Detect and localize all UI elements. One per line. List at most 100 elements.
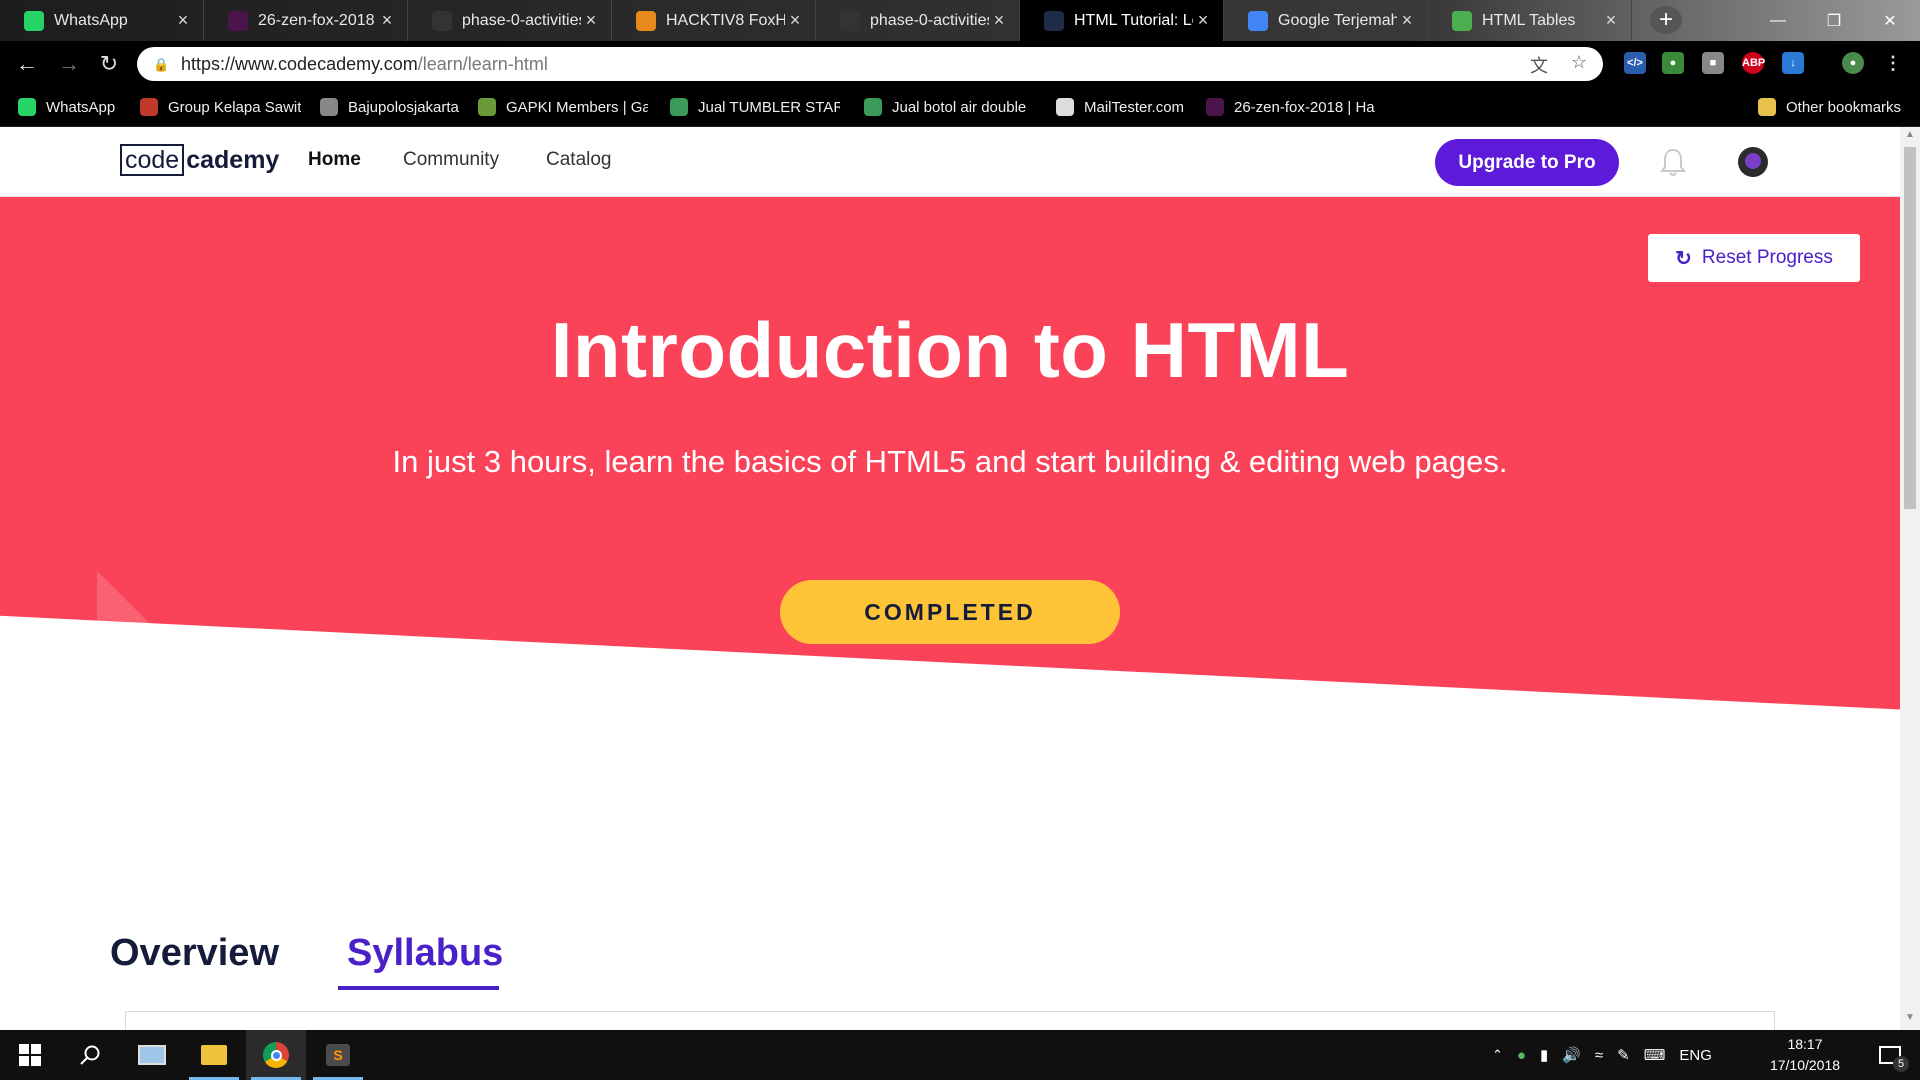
download-extension-icon[interactable]: ↓	[1782, 52, 1804, 74]
task-view-app[interactable]	[122, 1030, 182, 1080]
close-tab-icon[interactable]: ×	[581, 10, 601, 31]
bookmark-star-icon[interactable]: ☆	[1567, 52, 1591, 76]
reload-button[interactable]: ↻	[94, 49, 124, 79]
tray-globe-icon[interactable]: ●	[1517, 1047, 1526, 1064]
codecademy-logo[interactable]: code cademy	[120, 143, 279, 177]
browser-tab-title: HACKTIV8 FoxHub	[666, 11, 785, 29]
slack-hash-icon	[1206, 98, 1224, 116]
url-input[interactable]: 🔒 https://www.codecademy.com/learn/learn…	[137, 47, 1603, 81]
bookmark-item[interactable]: MailTester.com	[1056, 96, 1184, 118]
extension-gray-icon[interactable]: ■	[1702, 52, 1724, 74]
close-window-button[interactable]: ✕	[1862, 0, 1918, 41]
back-button[interactable]: ←	[12, 49, 42, 79]
page-scrollbar[interactable]: ▲ ▼	[1900, 127, 1920, 1030]
keyboard-icon[interactable]: ⌨	[1644, 1046, 1666, 1064]
pen-icon[interactable]: ✎	[1617, 1046, 1630, 1064]
extension-globe-icon[interactable]: ●	[1662, 52, 1684, 74]
bookmark-item[interactable]: 26-zen-fox-2018 | Ha	[1206, 96, 1375, 118]
bookmark-item[interactable]: Jual botol air double	[864, 96, 1026, 118]
browser-tab[interactable]: Google Terjemahan×	[1224, 0, 1428, 41]
translate-icon[interactable]: 文	[1527, 52, 1551, 76]
battery-icon[interactable]: ▮	[1540, 1046, 1548, 1064]
browser-tab-title: phase-0-activities/	[462, 11, 581, 29]
chrome-app[interactable]	[246, 1030, 306, 1080]
site-header: code cademy Home Community Catalog Upgrad…	[0, 127, 1900, 197]
chrome-menu-icon[interactable]: ⋮	[1882, 52, 1904, 74]
close-tab-icon[interactable]: ×	[989, 10, 1009, 31]
completed-button[interactable]: COMPLETED	[780, 580, 1120, 644]
close-tab-icon[interactable]: ×	[1601, 10, 1621, 31]
lock-icon: 🔒	[153, 57, 170, 72]
browser-tab-title: Google Terjemahan	[1278, 11, 1397, 29]
bookmark-label: GAPKI Members | Ga	[506, 98, 648, 116]
browser-tab[interactable]: HACKTIV8 FoxHub×	[612, 0, 816, 41]
chrome-icon	[263, 1042, 289, 1068]
sublime-icon: S	[326, 1044, 350, 1066]
user-avatar[interactable]	[1738, 147, 1768, 177]
reset-progress-label: Reset Progress	[1701, 247, 1833, 268]
browser-tab[interactable]: phase-0-activities/×	[408, 0, 612, 41]
windows-start-button[interactable]	[0, 1030, 60, 1080]
reset-progress-button[interactable]: ↻ Reset Progress	[1648, 234, 1860, 282]
fox-icon	[636, 10, 656, 31]
action-center-button[interactable]: 5	[1860, 1030, 1920, 1080]
other-bookmarks-folder[interactable]: Other bookmarks	[1758, 96, 1901, 118]
close-tab-icon[interactable]: ×	[1397, 10, 1417, 31]
forward-button[interactable]: →	[54, 49, 84, 79]
close-tab-icon[interactable]: ×	[377, 10, 397, 31]
bookmark-item[interactable]: Jual TUMBLER STARB	[670, 96, 840, 118]
taskbar-clock[interactable]: 18:17 17/10/2018	[1760, 1034, 1850, 1076]
tab-overview[interactable]: Overview	[110, 932, 279, 975]
bookmark-label: 26-zen-fox-2018 | Ha	[1234, 98, 1375, 116]
scroll-up-arrow[interactable]: ▲	[1900, 129, 1920, 145]
browser-tab[interactable]: WhatsApp ×	[0, 0, 204, 41]
browser-tab[interactable]: HTML Tables ×	[1428, 0, 1632, 41]
bookmark-label: MailTester.com	[1084, 98, 1185, 116]
browser-tab[interactable]: HTML Tutorial: Lea×	[1020, 0, 1224, 41]
file-explorer-app[interactable]	[184, 1030, 244, 1080]
refresh-icon: ↻	[1675, 247, 1692, 270]
restore-button[interactable]: ❐	[1806, 0, 1862, 41]
page-icon	[320, 98, 338, 116]
whatsapp-icon	[18, 98, 36, 116]
tab-syllabus[interactable]: Syllabus	[347, 932, 503, 975]
bookmark-label: Jual botol air double	[892, 98, 1027, 116]
nav-catalog-link[interactable]: Catalog	[546, 149, 612, 171]
google-translate-icon	[1248, 10, 1268, 31]
close-tab-icon[interactable]: ×	[173, 10, 193, 31]
bookmark-item[interactable]: WhatsApp	[18, 96, 115, 118]
new-tab-button[interactable]: +	[1650, 6, 1682, 34]
notification-bell-icon[interactable]	[1660, 147, 1686, 177]
search-button[interactable]	[60, 1030, 120, 1080]
browser-tab[interactable]: phase-0-activities/×	[816, 0, 1020, 41]
browser-tab-title: HTML Tutorial: Lea	[1074, 11, 1193, 29]
close-tab-icon[interactable]: ×	[1193, 10, 1213, 31]
active-tab-indicator	[338, 986, 499, 990]
bookmark-item[interactable]: Bajupolosjakarta	[320, 96, 459, 118]
decorative-triangle	[97, 571, 337, 710]
bookmarks-bar: WhatsApp Group Kelapa Sawit Bajupolosjakar…	[0, 87, 1920, 127]
tray-expand-icon[interactable]: ⌃	[1492, 1047, 1503, 1063]
scroll-down-arrow[interactable]: ▼	[1900, 1012, 1920, 1028]
whatsapp-icon	[24, 10, 44, 31]
nav-home-link[interactable]: Home	[308, 149, 361, 171]
upgrade-to-pro-button[interactable]: Upgrade to Pro	[1435, 139, 1619, 186]
nav-community-link[interactable]: Community	[403, 149, 499, 171]
wifi-icon[interactable]: ≈	[1595, 1047, 1603, 1064]
scroll-thumb[interactable]	[1904, 147, 1916, 509]
language-indicator[interactable]: ENG	[1679, 1047, 1712, 1064]
close-tab-icon[interactable]: ×	[785, 10, 805, 31]
bookmark-item[interactable]: Group Kelapa Sawit	[140, 96, 301, 118]
bookmark-item[interactable]: GAPKI Members | Ga	[478, 96, 648, 118]
volume-icon[interactable]: 🔊	[1562, 1046, 1581, 1064]
folder-icon	[201, 1045, 227, 1065]
decorative-line	[305, 766, 425, 782]
clock-time: 18:17	[1787, 1036, 1823, 1052]
browser-tab[interactable]: 26-zen-fox-2018 | ×	[204, 0, 408, 41]
syllabus-card	[125, 1011, 1775, 1030]
extension-dev-icon[interactable]: </>	[1624, 52, 1646, 74]
adblock-plus-icon[interactable]: ABP	[1742, 52, 1765, 74]
minimize-button[interactable]: —	[1750, 0, 1806, 41]
sublime-text-app[interactable]: S	[308, 1030, 368, 1080]
profile-icon[interactable]: ●	[1842, 52, 1864, 74]
